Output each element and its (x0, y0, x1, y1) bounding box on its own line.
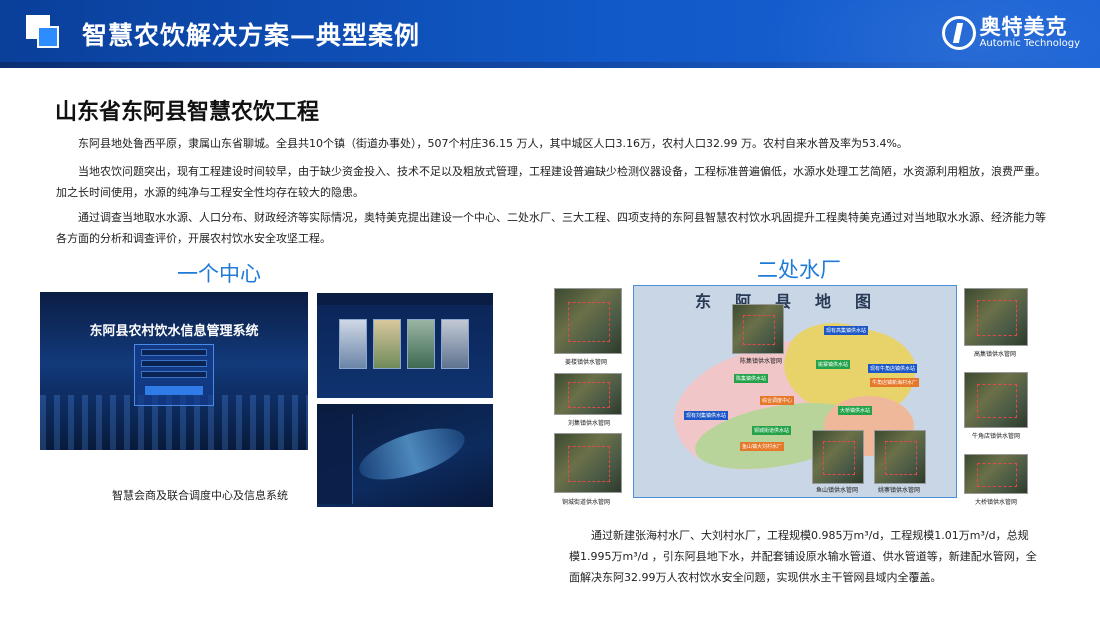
sat-label: 高集镇供水管网 (974, 351, 1017, 358)
sat-label: 牛角店镇供水管网 (972, 433, 1021, 440)
login-screenshot: 东阿县农村饮水信息管理系统 (40, 292, 308, 450)
brand-name-en: Automic Technology (979, 38, 1080, 49)
map-tag: 陈集镇供水站 (734, 374, 769, 383)
satellite-image (964, 372, 1028, 428)
subtitle-two-plants: 二处水厂 (757, 258, 841, 282)
left-caption: 智慧会商及联合调度中心及信息系统 (112, 489, 288, 502)
squares-logo-icon (26, 15, 60, 49)
dashboard-screenshot (317, 404, 493, 507)
satellite-image (964, 454, 1028, 494)
map-tag: 牛角店镇新海村水厂 (870, 378, 920, 387)
plants-description: 通过新建张海村水厂、大刘村水厂，工程规模0.985万m³/d，工程规模1.01万… (569, 529, 1037, 584)
satellite-image (964, 288, 1028, 346)
header-bar: 智慧农饮解决方案—典型案例 奥特美克 Automic Technology (0, 0, 1100, 68)
map-tag: 现有刘集镇供水站 (684, 411, 729, 420)
login-panel (134, 344, 214, 406)
subtitle-one-center: 一个中心 (177, 262, 261, 286)
section-title: 山东省东阿县智慧农饮工程 (55, 100, 320, 125)
paragraph-overview: 东阿县地处鲁西平原，隶属山东省聊城。全县共10个镇（街道办事处），507个村庄3… (78, 137, 908, 150)
map-tag: 现有高集镇供水站 (824, 326, 869, 335)
map-tag: 现有牛角店镇供水站 (868, 364, 918, 373)
page-title: 智慧农饮解决方案—典型案例 (82, 21, 421, 50)
map-tag: 铜城街道供水站 (752, 426, 792, 435)
sat-label: 姚寨镇供水管网 (878, 487, 921, 494)
satellite-inset (874, 430, 926, 484)
satellite-image (554, 288, 622, 354)
sat-label: 陈集镇供水管网 (740, 358, 783, 365)
sat-label: 鱼山镇供水管网 (816, 487, 859, 494)
satellite-image (554, 433, 622, 493)
sat-label: 刘集镇供水管网 (568, 420, 611, 427)
county-map: 东阿县地图 陈集镇供水管网 现有高集镇供水站 姚寨镇供水站 现有牛角店镇供水站 … (633, 285, 957, 498)
paragraph-problems: 当地农饮问题突出，现有工程建设时间较早，由于缺少资金投入、技术不足以及粗放式管理… (56, 165, 1046, 199)
brand-mark-icon (941, 16, 976, 50)
login-system-title: 东阿县农村饮水信息管理系统 (89, 324, 259, 339)
sat-label: 铜城街道供水管网 (562, 499, 611, 506)
sat-label: 大桥镇供水管网 (975, 499, 1018, 506)
paragraph-solution: 通过调查当地取水水源、人口分布、财政经济等实际情况，奥特美克提出建设一个中心、二… (56, 211, 1046, 245)
brand-logo: 奥特美克 Automic Technology (941, 12, 1080, 54)
map-title: 东阿县地图 (694, 292, 895, 311)
satellite-inset (812, 430, 864, 484)
system-menu-screenshot (317, 293, 493, 398)
sat-label: 姜楼镇供水管网 (565, 359, 608, 366)
map-tag: 大桥镇供水站 (838, 406, 873, 415)
header-stripe (0, 62, 1100, 68)
brand-name-cn: 奥特美克 (979, 15, 1068, 39)
satellite-image (554, 373, 622, 415)
map-tag: 综合调度中心 (760, 396, 795, 405)
satellite-inset (732, 304, 784, 354)
map-tag: 鱼山镇大刘村水厂 (740, 442, 785, 451)
map-tag: 姚寨镇供水站 (816, 360, 851, 369)
